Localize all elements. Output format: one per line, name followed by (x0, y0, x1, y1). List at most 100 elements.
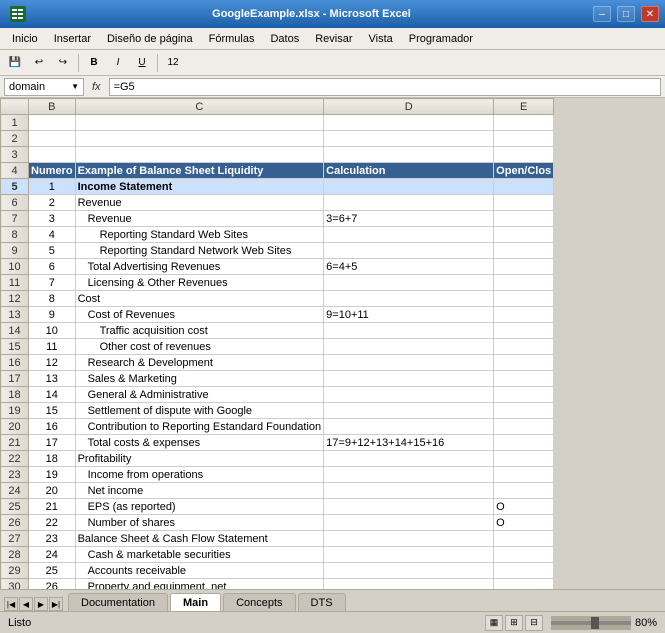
save-button[interactable]: 💾 (4, 53, 26, 73)
table-row: 17 13 Sales & Marketing (1, 371, 554, 387)
row-header[interactable]: 5 (1, 179, 29, 195)
row-header[interactable]: 11 (1, 275, 29, 291)
menu-revisar[interactable]: Revisar (307, 31, 360, 47)
row-header[interactable]: 14 (1, 323, 29, 339)
col-header-b[interactable]: B (29, 99, 76, 115)
row-header[interactable]: 8 (1, 227, 29, 243)
row-header[interactable]: 6 (1, 195, 29, 211)
table-row: 8 4 Reporting Standard Web Sites (1, 227, 554, 243)
row-header[interactable]: 28 (1, 547, 29, 563)
col-header-d[interactable]: D (324, 99, 494, 115)
page-layout-button[interactable]: ⊞ (505, 615, 523, 631)
row-header[interactable]: 21 (1, 435, 29, 451)
row-header[interactable]: 26 (1, 515, 29, 531)
row-header[interactable]: 12 (1, 291, 29, 307)
table-row: 6 2 Revenue (1, 195, 554, 211)
formula-bar: domain ▼ fx =G5 (0, 76, 665, 98)
tab-main[interactable]: Main (170, 593, 221, 611)
spreadsheet-container: B C D E 1 2 (0, 98, 665, 589)
sheet-area[interactable]: B C D E 1 2 (0, 98, 665, 589)
formula-input[interactable]: =G5 (109, 78, 661, 96)
row-header[interactable]: 15 (1, 339, 29, 355)
tab-next-button[interactable]: ▶ (34, 597, 48, 611)
table-row: 27 23 Balance Sheet & Cash Flow Statemen… (1, 531, 554, 547)
row-header[interactable]: 4 (1, 163, 29, 179)
table-row: 7 3 Revenue 3=6+7 (1, 211, 554, 227)
status-right: ▦ ⊞ ⊟ 80% (485, 615, 657, 631)
menu-insertar[interactable]: Insertar (46, 31, 99, 47)
row-header[interactable]: 20 (1, 419, 29, 435)
tab-navigation: |◀ ◀ ▶ ▶| (4, 597, 64, 611)
col-header-c[interactable]: C (75, 99, 324, 115)
row-header[interactable]: 23 (1, 467, 29, 483)
table-row: 9 5 Reporting Standard Network Web Sites (1, 243, 554, 259)
row-header[interactable]: 25 (1, 499, 29, 515)
table-row: 23 19 Income from operations (1, 467, 554, 483)
table-row: 1 (1, 115, 554, 131)
close-button[interactable]: ✕ (641, 6, 659, 22)
title-bar: GoogleExample.xlsx - Microsoft Excel – □… (0, 0, 665, 28)
table-row: 13 9 Cost of Revenues 9=10+11 (1, 307, 554, 323)
row-header[interactable]: 10 (1, 259, 29, 275)
row-header[interactable]: 22 (1, 451, 29, 467)
row-header[interactable]: 13 (1, 307, 29, 323)
redo-button[interactable]: ↪ (52, 53, 74, 73)
row-header[interactable]: 19 (1, 403, 29, 419)
italic-button[interactable]: I (107, 53, 129, 73)
row-header[interactable]: 2 (1, 131, 29, 147)
zoom-control: 80% (551, 616, 657, 630)
tab-prev-button[interactable]: ◀ (19, 597, 33, 611)
table-row: 12 8 Cost (1, 291, 554, 307)
tab-first-button[interactable]: |◀ (4, 597, 18, 611)
tab-last-button[interactable]: ▶| (49, 597, 63, 611)
sheet-tabs-bar: |◀ ◀ ▶ ▶| Documentation Main Concepts DT… (0, 589, 665, 611)
col-header-corner[interactable] (1, 99, 29, 115)
app-icon (6, 2, 30, 26)
fx-label: fx (88, 81, 105, 93)
undo-button[interactable]: ↩ (28, 53, 50, 73)
table-row: 20 16 Contribution to Reporting Estandar… (1, 419, 554, 435)
tab-concepts[interactable]: Concepts (223, 593, 295, 611)
menu-diseno[interactable]: Diseño de página (99, 31, 201, 47)
row-header[interactable]: 24 (1, 483, 29, 499)
namebox-dropdown-icon[interactable]: ▼ (71, 82, 79, 91)
row-header[interactable]: 27 (1, 531, 29, 547)
row-header[interactable]: 17 (1, 371, 29, 387)
row-header[interactable]: 18 (1, 387, 29, 403)
font-size-button[interactable]: 12 (162, 53, 184, 73)
menu-datos[interactable]: Datos (262, 31, 307, 47)
bold-button[interactable]: B (83, 53, 105, 73)
zoom-slider[interactable] (551, 616, 631, 630)
tab-documentation[interactable]: Documentation (68, 593, 168, 611)
col-header-e[interactable]: E (494, 99, 554, 115)
row-header[interactable]: 9 (1, 243, 29, 259)
table-row: 11 7 Licensing & Other Revenues (1, 275, 554, 291)
menu-inicio[interactable]: Inicio (4, 31, 46, 47)
status-bar: Listo ▦ ⊞ ⊟ 80% (0, 611, 665, 633)
minimize-button[interactable]: – (593, 6, 611, 22)
tab-dts[interactable]: DTS (298, 593, 346, 611)
menu-vista[interactable]: Vista (361, 31, 401, 47)
row-header[interactable]: 1 (1, 115, 29, 131)
underline-button[interactable]: U (131, 53, 153, 73)
menu-formulas[interactable]: Fórmulas (201, 31, 263, 47)
table-row: 26 22 Number of shares O (1, 515, 554, 531)
maximize-button[interactable]: □ (617, 6, 635, 22)
table-row: 30 26 Property and equipment, net (1, 579, 554, 590)
row-header[interactable]: 29 (1, 563, 29, 579)
name-box[interactable]: domain ▼ (4, 78, 84, 96)
toolbar-separator-2 (157, 54, 158, 72)
row-header[interactable]: 16 (1, 355, 29, 371)
table-row: 5 1 Income Statement (1, 179, 554, 195)
status-text: Listo (8, 617, 31, 629)
table-row: 29 25 Accounts receivable (1, 563, 554, 579)
menu-programador[interactable]: Programador (401, 31, 481, 47)
table-row: 22 18 Profitability (1, 451, 554, 467)
row-header[interactable]: 30 (1, 579, 29, 590)
page-break-button[interactable]: ⊟ (525, 615, 543, 631)
table-row: 25 21 EPS (as reported) O (1, 499, 554, 515)
table-row: 24 20 Net income (1, 483, 554, 499)
row-header[interactable]: 3 (1, 147, 29, 163)
normal-view-button[interactable]: ▦ (485, 615, 503, 631)
row-header[interactable]: 7 (1, 211, 29, 227)
